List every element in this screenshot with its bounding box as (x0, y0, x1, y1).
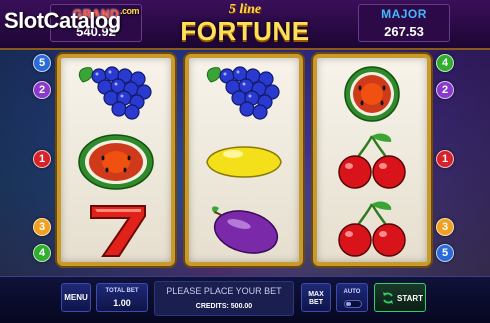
payline-marker-right[interactable]: 3 (436, 218, 454, 236)
game-header: GRAND 540.92 SlotCatalog .com 5 line FOR… (0, 0, 490, 50)
reel-3 (313, 54, 431, 266)
major-jackpot: MAJOR 267.53 (358, 4, 450, 42)
credits-display: CREDITS: 500.00 (195, 303, 253, 310)
total-bet-label: TOTAL BET (105, 288, 139, 294)
symbol-grapes (189, 60, 299, 128)
total-bet-value: 1.00 (113, 298, 131, 308)
payline-marker-right[interactable]: 5 (436, 244, 454, 262)
max-bet-button[interactable]: MAX BET (301, 283, 331, 312)
autoplay-switch[interactable] (344, 300, 362, 308)
total-bet-selector[interactable]: TOTAL BET 1.00 (96, 283, 148, 312)
max-bet-label-line2: BET (309, 299, 323, 306)
symbol-seven (61, 196, 171, 262)
symbol-plum (189, 196, 299, 262)
payline-marker-left[interactable]: 3 (33, 218, 51, 236)
autoplay-toggle[interactable]: AUTO (336, 283, 368, 312)
symbol-watermelon (317, 60, 427, 128)
reel-2 (185, 54, 303, 266)
symbol-cherries (317, 196, 427, 262)
max-bet-label-line1: MAX (308, 291, 324, 298)
watermark-suffix: .com (120, 6, 140, 16)
start-label: START (397, 294, 424, 303)
symbol-cherries (317, 128, 427, 196)
symbol-grapes (61, 60, 171, 128)
major-jackpot-value: 267.53 (384, 24, 424, 39)
payline-marker-left[interactable]: 2 (33, 81, 51, 99)
logo-title: FORTUNE (180, 16, 310, 46)
status-message: PLEASE PLACE YOUR BET (166, 286, 282, 296)
watermark-logo: SlotCatalog .com (4, 6, 140, 34)
payline-marker-left[interactable]: 1 (33, 150, 51, 168)
start-button[interactable]: START (374, 283, 426, 312)
menu-button[interactable]: MENU (61, 283, 91, 312)
autoplay-label: AUTO (343, 289, 361, 295)
major-jackpot-label: MAJOR (381, 7, 427, 21)
autoplay-knob (346, 302, 351, 306)
reel-1 (57, 54, 175, 266)
payline-marker-right[interactable]: 2 (436, 81, 454, 99)
watermark-brand: SlotCatalog (4, 8, 121, 33)
payline-marker-right[interactable]: 1 (436, 150, 454, 168)
spin-arrows-icon (383, 292, 393, 304)
payline-marker-left[interactable]: 4 (33, 244, 51, 262)
symbol-watermelon (61, 128, 171, 196)
symbol-lemon (189, 128, 299, 196)
payline-marker-right[interactable]: 4 (436, 54, 454, 72)
payline-marker-left[interactable]: 5 (33, 54, 51, 72)
message-panel: PLEASE PLACE YOUR BET CREDITS: 500.00 (154, 281, 294, 316)
